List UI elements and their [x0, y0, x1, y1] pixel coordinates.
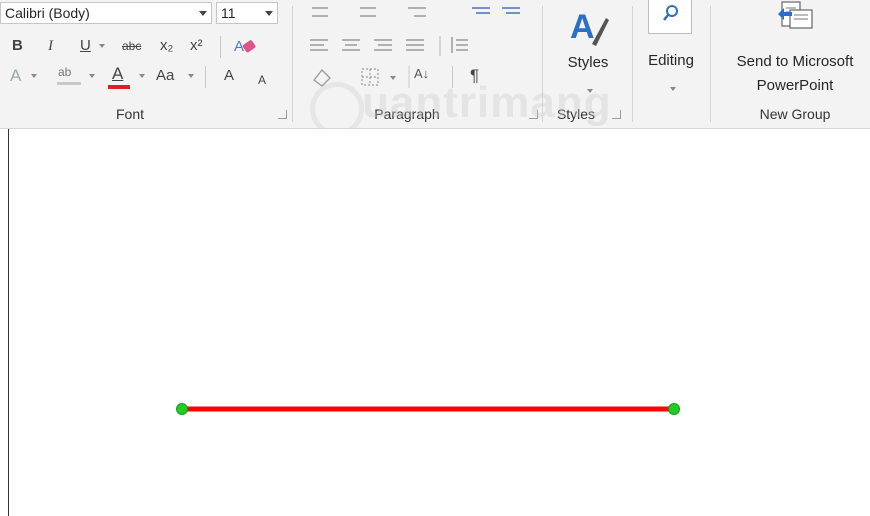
drawing-layer	[176, 403, 680, 415]
line-start-handle[interactable]	[176, 403, 188, 415]
line-end-handle[interactable]	[668, 403, 680, 415]
